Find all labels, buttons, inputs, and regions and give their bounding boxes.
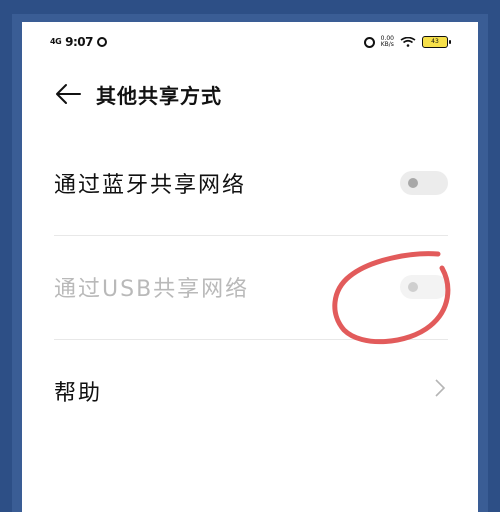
app-notification-icon <box>97 37 107 47</box>
alarm-icon <box>363 36 375 48</box>
setting-bluetooth-tethering[interactable]: 通过蓝牙共享网络 <box>22 132 478 236</box>
status-right: 0.00 KB/s 43 <box>363 36 451 48</box>
wifi-icon <box>400 37 416 47</box>
status-left: 4G 9:07 <box>50 35 107 49</box>
toggle-knob <box>408 178 418 188</box>
network-speed-unit: KB/s <box>380 41 394 48</box>
setting-label: 帮助 <box>54 381 103 406</box>
page-title: 其他共享方式 <box>96 84 222 108</box>
setting-label: 通过蓝牙共享网络 <box>54 173 247 198</box>
arrow-left-icon[interactable] <box>54 82 82 106</box>
status-time: 9:07 <box>65 35 93 49</box>
chevron-right-icon <box>435 379 446 397</box>
status-bar: 4G 9:07 0.00 KB/s 43 <box>22 22 478 66</box>
setting-usb-tethering: 通过USB共享网络 <box>22 236 478 340</box>
usb-tethering-toggle <box>400 275 448 299</box>
page-header: 其他共享方式 <box>22 66 478 122</box>
setting-help[interactable]: 帮助 <box>22 340 478 444</box>
bluetooth-tethering-toggle[interactable] <box>400 171 448 195</box>
setting-label: 通过USB共享网络 <box>54 277 250 302</box>
phone-screen: 4G 9:07 0.00 KB/s 43 其他共享方式 通过蓝牙共享网络 通过U… <box>22 22 478 512</box>
photo-frame-top <box>0 0 500 14</box>
network-speed: 0.00 KB/s <box>381 36 394 48</box>
toggle-knob <box>408 282 418 292</box>
battery-icon: 43 <box>422 36 451 48</box>
network-indicator: 4G <box>50 37 62 46</box>
